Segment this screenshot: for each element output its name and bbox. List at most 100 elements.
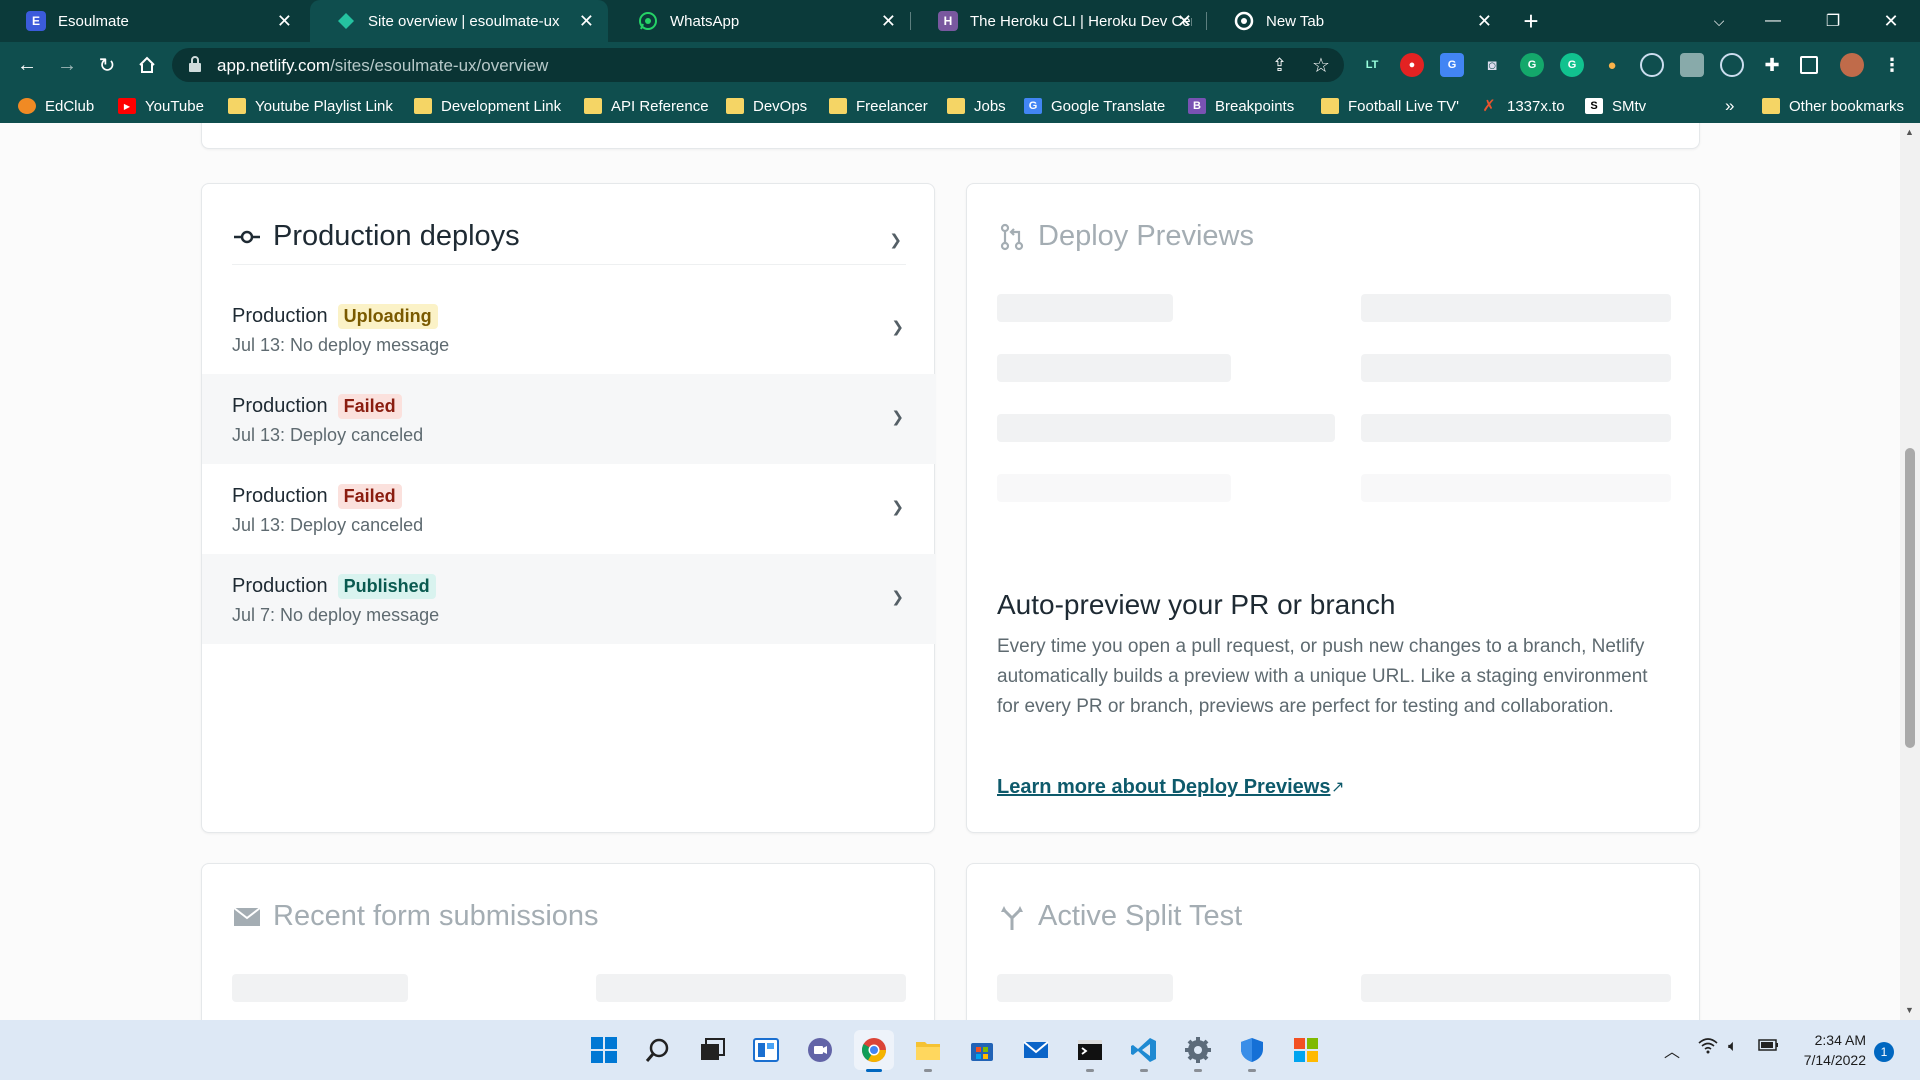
profile-avatar[interactable] (1840, 53, 1864, 77)
reload-button[interactable]: ↻ (92, 50, 122, 80)
extension-compass-icon[interactable] (1720, 53, 1744, 77)
restore-button[interactable]: ❐ (1810, 0, 1856, 42)
bookmark-1337x[interactable]: ✗ 1337x.to (1480, 94, 1564, 118)
mail-icon[interactable] (1016, 1030, 1056, 1070)
bookmark-google-translate[interactable]: G Google Translate (1024, 94, 1165, 118)
chevron-right-icon: ❯ (891, 319, 904, 336)
menu-kebab-icon[interactable]: ⋮ (1880, 53, 1904, 77)
back-button[interactable]: ← (12, 50, 42, 80)
status-badge: Failed (337, 484, 402, 509)
windows-start-icon[interactable] (584, 1030, 624, 1070)
chevron-right-icon[interactable]: ❯ (889, 231, 902, 249)
extension-camera-icon[interactable]: ◙ (1480, 53, 1504, 77)
bookmark-smtv[interactable]: S SMtv (1585, 94, 1646, 118)
deploy-list-item[interactable]: Production Failed Jul 13: Deploy canceled… (202, 464, 936, 554)
close-tab-icon[interactable]: ✕ (277, 11, 292, 31)
extension-grammarly-icon[interactable]: G (1520, 53, 1544, 77)
bookmark-freelancer[interactable]: Freelancer (829, 94, 928, 118)
tab-new-tab[interactable]: New Tab ✕ (1208, 0, 1506, 42)
widgets-icon[interactable] (746, 1030, 786, 1070)
close-tab-icon[interactable]: ✕ (1477, 11, 1492, 31)
deploy-list-item[interactable]: Production Published Jul 7: No deploy mes… (202, 554, 936, 644)
bookmark-api-reference[interactable]: API Reference (584, 94, 709, 118)
wifi-icon[interactable] (1698, 1038, 1718, 1059)
volume-icon[interactable]: 🔈︎ (1728, 1038, 1738, 1056)
bookmark-label: DevOps (753, 97, 808, 115)
share-icon[interactable]: ⇪ (1272, 55, 1287, 76)
extension-bulb-icon[interactable]: ● (1600, 53, 1624, 77)
close-window-button[interactable]: ✕ (1868, 0, 1914, 42)
close-tab-icon[interactable]: ✕ (1177, 11, 1192, 31)
scroll-down-arrow-icon[interactable]: ▼ (1905, 1005, 1914, 1015)
scrollbar-thumb[interactable] (1905, 448, 1915, 748)
bookmarks-overflow-button[interactable]: » (1725, 94, 1734, 118)
battery-icon[interactable] (1758, 1038, 1780, 1057)
forward-button[interactable]: → (52, 50, 82, 80)
tab-heroku[interactable]: H The Heroku CLI | Heroku Dev Cen ✕ (912, 0, 1206, 42)
store-icon[interactable] (962, 1030, 1002, 1070)
bookmark-label: API Reference (611, 97, 709, 115)
bookmark-youtube-playlist[interactable]: Youtube Playlist Link (228, 94, 393, 118)
file-explorer-icon[interactable] (908, 1030, 948, 1072)
close-tab-icon[interactable]: ✕ (881, 11, 896, 31)
bookmark-label: EdClub (45, 97, 95, 115)
extension-target-icon[interactable] (1640, 53, 1664, 77)
netlify-icon (336, 11, 356, 31)
lock-icon[interactable] (188, 56, 202, 72)
notification-badge[interactable]: 1 (1874, 1042, 1894, 1062)
tray-chevron-up-icon[interactable]: ︿ (1664, 1038, 1680, 1062)
extension-box-icon[interactable] (1680, 53, 1704, 77)
search-icon[interactable] (638, 1030, 678, 1070)
new-tab-button[interactable]: + (1508, 0, 1554, 42)
tab-site-overview[interactable]: Site overview | esoulmate-ux ✕ (310, 0, 608, 42)
side-panel-icon[interactable] (1800, 56, 1818, 74)
chevron-right-icon: ❯ (891, 409, 904, 426)
office-icon[interactable] (1286, 1030, 1326, 1070)
bookmark-star-icon[interactable]: ☆ (1312, 53, 1330, 78)
chrome-icon[interactable] (854, 1030, 894, 1072)
extension-lt-icon[interactable]: LT (1360, 53, 1384, 77)
bookmark-label: Google Translate (1051, 97, 1166, 115)
home-button[interactable] (132, 50, 162, 80)
tab-esoulmate[interactable]: E Esoulmate ✕ (0, 0, 306, 42)
bookmark-football-live-tv[interactable]: Football Live TV' (1321, 94, 1459, 118)
skeleton-placeholder (997, 974, 1173, 1002)
production-deploys-header[interactable]: Production deploys (232, 220, 520, 253)
system-clock[interactable]: 2:34 AM 7/14/2022 (1796, 1030, 1866, 1070)
close-tab-icon[interactable]: ✕ (579, 11, 594, 31)
terminal-icon[interactable] (1070, 1030, 1110, 1072)
vscode-icon[interactable] (1124, 1030, 1164, 1072)
folder-icon (1321, 98, 1339, 114)
learn-more-deploy-previews-link[interactable]: Learn more about Deploy Previews (997, 776, 1330, 799)
tab-title: Site overview | esoulmate-ux (368, 12, 560, 30)
deploy-list-item[interactable]: Production Uploading Jul 13: No deploy me… (202, 284, 936, 374)
tab-search-chevron-icon[interactable]: ⌵ (1696, 0, 1742, 42)
split-branch-icon (997, 902, 1027, 932)
url-text[interactable]: app.netlify.com/sites/esoulmate-ux/overv… (217, 56, 548, 76)
defender-icon[interactable] (1232, 1030, 1272, 1072)
extension-grammarly-go-icon[interactable]: G (1560, 53, 1584, 77)
vertical-scrollbar[interactable]: ▲ ▼ (1900, 123, 1920, 1020)
deploy-detail: Jul 13: Deploy canceled (232, 515, 424, 535)
bookmark-youtube[interactable]: ▶ YouTube (118, 94, 204, 118)
bookmark-label: Youtube Playlist Link (255, 97, 393, 115)
extension-translate-icon[interactable]: G (1440, 53, 1464, 77)
tab-whatsapp[interactable]: WhatsApp ✕ (612, 0, 910, 42)
pull-request-icon (997, 222, 1027, 252)
extension-adblock-icon[interactable]: ● (1400, 53, 1424, 77)
teams-chat-icon[interactable] (800, 1030, 840, 1070)
minimize-button[interactable]: — (1750, 0, 1796, 42)
deploy-list-item[interactable]: Production Failed Jul 13: Deploy canceled… (202, 374, 936, 464)
bookmark-breakpoints[interactable]: B Breakpoints (1188, 94, 1294, 118)
tab-separator (1206, 12, 1207, 30)
bookmark-edclub[interactable]: EdClub (18, 94, 94, 118)
extensions-puzzle-icon[interactable]: ✚ (1760, 53, 1784, 77)
bookmark-development-link[interactable]: Development Link (414, 94, 561, 118)
bookmark-other-bookmarks[interactable]: Other bookmarks (1762, 94, 1904, 118)
address-bar[interactable]: app.netlify.com/sites/esoulmate-ux/overv… (172, 48, 1344, 82)
scroll-up-arrow-icon[interactable]: ▲ (1905, 127, 1914, 137)
settings-icon[interactable] (1178, 1030, 1218, 1072)
bookmark-devops[interactable]: DevOps (726, 94, 807, 118)
task-view-icon[interactable] (692, 1030, 732, 1070)
bookmark-jobs[interactable]: Jobs (947, 94, 1006, 118)
